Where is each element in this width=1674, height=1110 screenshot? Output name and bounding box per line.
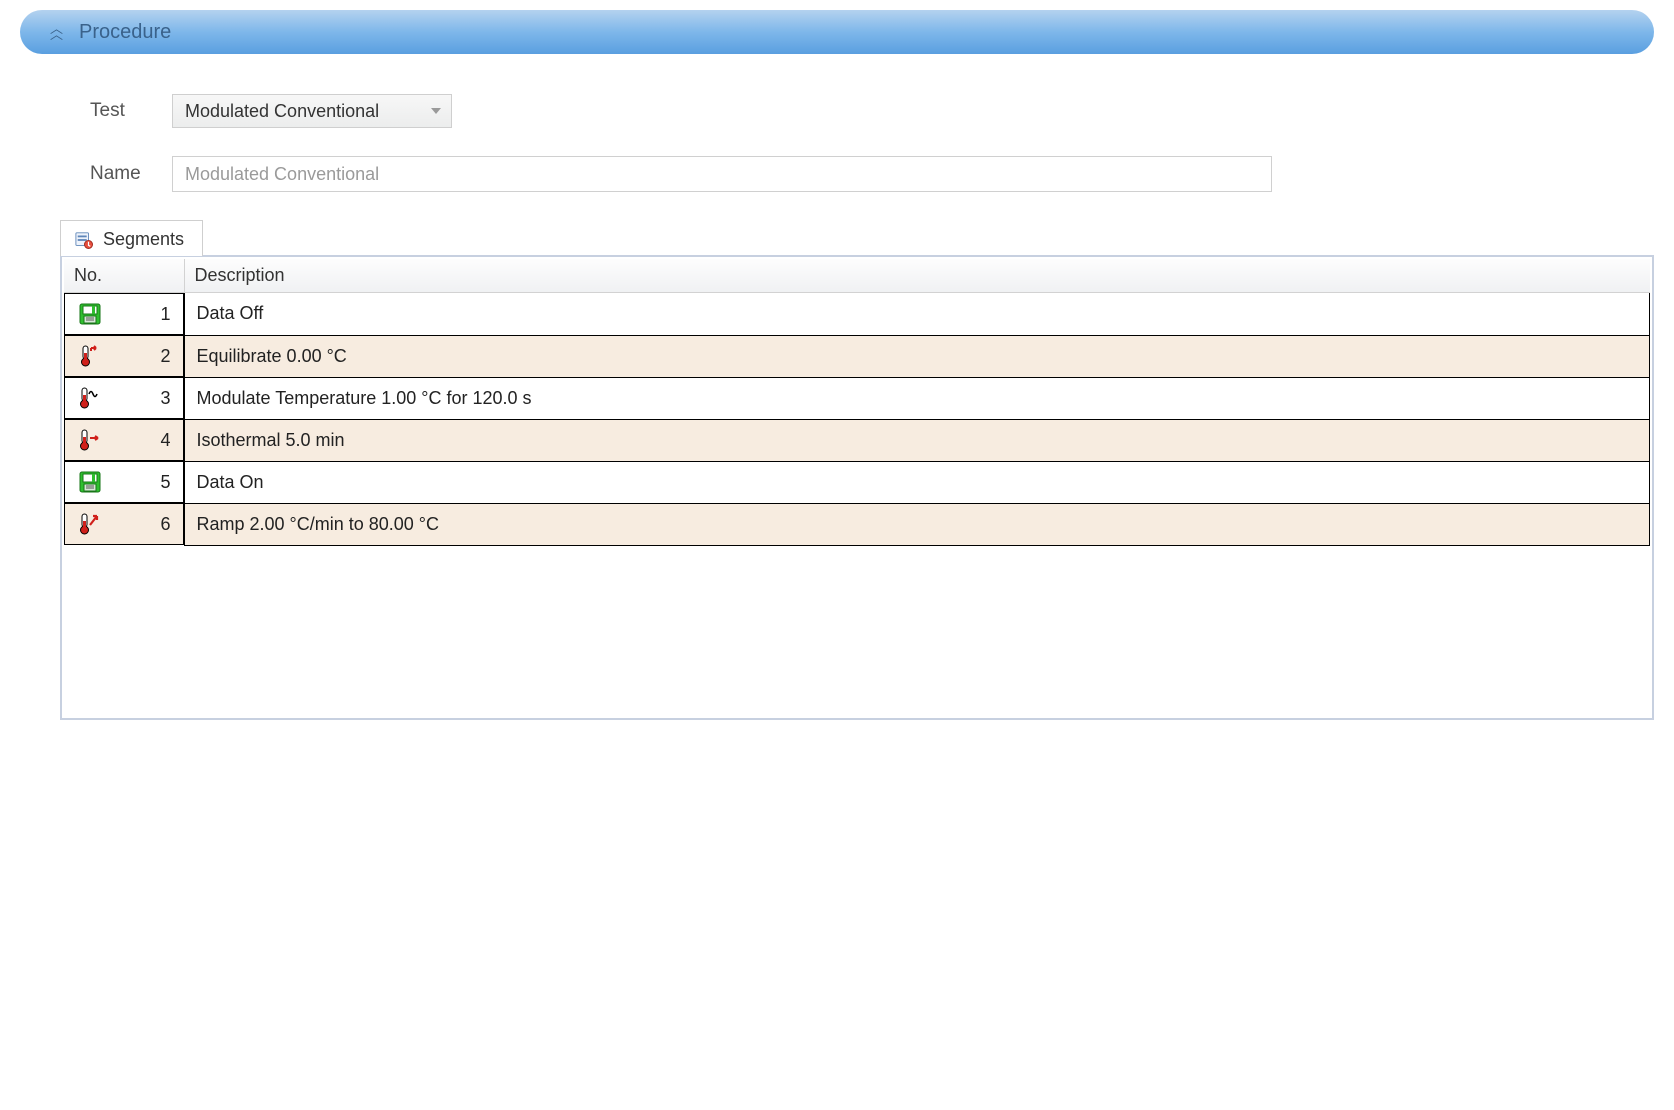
collapse-icon: ︿︿ xyxy=(50,26,61,39)
segments-icon xyxy=(75,231,93,249)
table-row[interactable]: 5 Data On xyxy=(64,461,1650,503)
procedure-panel-header[interactable]: ︿︿ Procedure xyxy=(20,10,1654,54)
segment-no-cell: 3 xyxy=(64,377,184,419)
segment-no-cell: 2 xyxy=(64,335,184,377)
name-label: Name xyxy=(90,163,150,185)
thermo-equil-icon xyxy=(77,344,103,368)
test-dropdown-value: Modulated Conventional xyxy=(185,101,379,122)
panel-title: Procedure xyxy=(79,21,171,44)
segments-table: No. Description 1 Data Off 2 Equilibrate 0… xyxy=(64,259,1650,546)
segment-description: Isothermal 5.0 min xyxy=(184,419,1650,461)
segment-no-cell: 5 xyxy=(64,461,184,503)
table-row[interactable]: 4 Isothermal 5.0 min xyxy=(64,419,1650,461)
segment-number: 5 xyxy=(151,472,171,493)
table-row[interactable]: 1 Data Off xyxy=(64,293,1650,336)
chevron-down-icon xyxy=(431,108,441,114)
segment-no-cell: 1 xyxy=(64,293,184,335)
segment-no-cell: 4 xyxy=(64,419,184,461)
segment-description: Data Off xyxy=(184,293,1650,336)
table-header-desc[interactable]: Description xyxy=(184,259,1650,293)
thermo-ramp-icon xyxy=(77,512,103,536)
segment-number: 1 xyxy=(151,304,171,325)
test-dropdown[interactable]: Modulated Conventional xyxy=(172,94,452,128)
segment-number: 6 xyxy=(151,514,171,535)
segment-description: Ramp 2.00 °C/min to 80.00 °C xyxy=(184,503,1650,545)
table-header-no[interactable]: No. xyxy=(64,259,184,293)
disk-icon xyxy=(77,470,103,494)
tab-segments[interactable]: Segments xyxy=(60,220,203,256)
test-label: Test xyxy=(90,100,150,122)
thermo-iso-icon xyxy=(77,428,103,452)
table-empty-area xyxy=(64,546,1650,716)
name-input[interactable] xyxy=(172,156,1272,192)
segment-description: Modulate Temperature 1.00 °C for 120.0 s xyxy=(184,377,1650,419)
segments-table-container: No. Description 1 Data Off 2 Equilibrate 0… xyxy=(60,255,1654,720)
table-row[interactable]: 2 Equilibrate 0.00 °C xyxy=(64,335,1650,377)
table-row[interactable]: 3 Modulate Temperature 1.00 °C for 120.0 … xyxy=(64,377,1650,419)
segment-number: 4 xyxy=(151,430,171,451)
segment-description: Data On xyxy=(184,461,1650,503)
table-row[interactable]: 6 Ramp 2.00 °C/min to 80.00 °C xyxy=(64,503,1650,545)
segment-description: Equilibrate 0.00 °C xyxy=(184,335,1650,377)
segment-no-cell: 6 xyxy=(64,503,184,545)
segment-number: 2 xyxy=(151,346,171,367)
tab-label: Segments xyxy=(103,229,184,250)
thermo-modulate-icon xyxy=(77,386,103,410)
disk-icon xyxy=(77,302,103,326)
segment-number: 3 xyxy=(151,388,171,409)
